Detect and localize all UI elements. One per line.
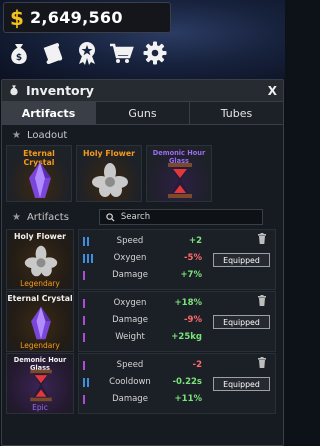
stat-value: -2: [192, 360, 202, 370]
stat-value: +2: [188, 236, 202, 246]
inventory-panel: Inventory X Artifacts Guns Tubes ★ Loado…: [1, 79, 284, 446]
scroll-icon[interactable]: [38, 38, 68, 68]
artifact-row-eternal-crystal: Eternal Crystal Legendary Oxygen +18% Da…: [6, 291, 279, 352]
wallet-balance: $ 2,649,560: [3, 2, 171, 33]
stat-value: -0.22s: [172, 377, 202, 387]
rarity-label: Epic: [32, 403, 48, 412]
search-icon: [106, 212, 115, 222]
stat-bars: [83, 332, 95, 342]
hourglass-icon: [168, 163, 192, 198]
stat-name: Speed: [116, 360, 144, 370]
loadout-slot-name: Holy Flower: [82, 149, 136, 158]
loadout-header: ★ Loadout: [2, 125, 283, 145]
star-icon: ★: [12, 129, 21, 141]
top-nav: $: [4, 38, 170, 68]
tab-guns[interactable]: Guns: [96, 102, 190, 124]
artifact-stats: Speed -2 Cooldown -0.22s Damage +11% Equ…: [78, 353, 276, 414]
shopping-cart-icon[interactable]: [106, 38, 136, 68]
stat-bars: [83, 315, 95, 325]
inventory-tabs: Artifacts Guns Tubes: [2, 102, 283, 125]
artifact-name: Eternal Crystal: [7, 294, 73, 303]
stat-row: Cooldown -0.22s: [83, 374, 202, 390]
trash-icon[interactable]: [257, 357, 267, 368]
close-button[interactable]: X: [268, 84, 277, 98]
stat-bars: [83, 394, 95, 404]
loadout-slots: Eternal Crystal Holy Flower Demonic Hour…: [2, 145, 283, 202]
artifact-card[interactable]: Eternal Crystal Legendary: [6, 291, 74, 352]
artifact-name: Holy Flower: [13, 232, 67, 241]
tab-artifacts[interactable]: Artifacts: [2, 102, 96, 124]
artifacts-label: Artifacts: [26, 211, 69, 223]
stat-name: Speed: [116, 236, 144, 246]
artifact-stats: Oxygen +18% Damage -9% Weight +25kg Equi…: [78, 291, 276, 352]
purple-crystal-icon: [29, 162, 51, 198]
hourglass-icon: [30, 369, 52, 402]
stat-row: Damage +7%: [83, 267, 202, 283]
loadout-slot-demonic-hour-glass[interactable]: Demonic Hour Glass: [146, 145, 212, 202]
stat-value: +25kg: [171, 332, 202, 342]
loadout-label: Loadout: [26, 129, 68, 141]
rarity-label: Legendary: [20, 279, 60, 288]
artifact-stats: Speed +2 Oxygen -5% Damage +7% Equipped: [78, 229, 276, 290]
money-bag-icon[interactable]: $: [4, 38, 34, 68]
stat-name: Cooldown: [109, 377, 151, 387]
svg-text:$: $: [16, 53, 22, 63]
trash-icon[interactable]: [257, 295, 267, 306]
stat-bars: [83, 270, 95, 280]
star-icon: ★: [12, 211, 21, 223]
artifacts-header: ★ Artifacts Search: [2, 207, 283, 227]
equipped-button[interactable]: Equipped: [213, 377, 270, 391]
stat-value: +7%: [180, 270, 202, 280]
stat-row: Damage -9%: [83, 312, 202, 328]
artifact-row-holy-flower: Holy Flower Legendary Speed +2 Oxygen -5…: [6, 229, 279, 290]
silver-flower-icon: [24, 245, 58, 277]
stat-row: Oxygen +18%: [83, 295, 202, 311]
stat-bars: [83, 236, 95, 246]
search-placeholder: Search: [120, 212, 151, 222]
achievement-badge-icon[interactable]: [72, 38, 102, 68]
panel-title: Inventory: [26, 83, 94, 98]
equipped-button[interactable]: Equipped: [213, 253, 270, 267]
artifact-row-demonic-hour-glass: Demonic Hour Glass Epic Speed -2 Cooldow…: [6, 353, 279, 414]
gear-icon[interactable]: [140, 38, 170, 68]
money-bag-icon: [8, 81, 20, 100]
wallet-amount: 2,649,560: [30, 8, 123, 27]
stat-row: Oxygen -5%: [83, 250, 202, 266]
rarity-label: Legendary: [20, 341, 60, 350]
stat-name: Damage: [112, 270, 148, 280]
silver-flower-icon: [92, 163, 128, 197]
stat-value: -9%: [184, 315, 202, 325]
trash-icon[interactable]: [257, 233, 267, 244]
stat-bars: [83, 377, 95, 387]
search-input[interactable]: Search: [98, 209, 263, 225]
panel-header: Inventory X: [2, 80, 283, 102]
tab-tubes[interactable]: Tubes: [190, 102, 283, 124]
stat-row: Damage +11%: [83, 391, 202, 407]
stat-row: Weight +25kg: [83, 329, 202, 345]
stat-name: Damage: [112, 315, 148, 325]
stat-name: Weight: [115, 332, 145, 342]
stat-value: +18%: [174, 298, 202, 308]
currency-symbol: $: [10, 5, 24, 30]
stat-value: -5%: [184, 253, 202, 263]
artifact-card[interactable]: Holy Flower Legendary: [6, 229, 74, 290]
purple-crystal-icon: [31, 306, 51, 340]
stat-name: Damage: [112, 394, 148, 404]
loadout-slot-holy-flower[interactable]: Holy Flower: [76, 145, 142, 202]
stat-name: Oxygen: [113, 253, 147, 263]
stat-bars: [83, 253, 95, 263]
stat-row: Speed +2: [83, 233, 202, 249]
stat-bars: [83, 360, 95, 370]
artifact-card[interactable]: Demonic Hour Glass Epic: [6, 353, 74, 414]
stat-name: Oxygen: [113, 298, 147, 308]
loadout-slot-eternal-crystal[interactable]: Eternal Crystal: [6, 145, 72, 202]
stat-bars: [83, 298, 95, 308]
stat-row: Speed -2: [83, 357, 202, 373]
stat-value: +11%: [174, 394, 202, 404]
equipped-button[interactable]: Equipped: [213, 315, 270, 329]
